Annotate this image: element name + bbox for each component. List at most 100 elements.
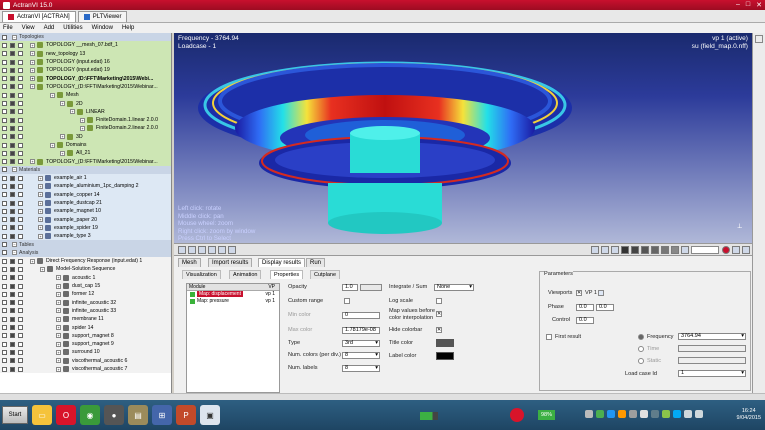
label-color-swatch[interactable] [436, 352, 454, 360]
tree-item[interactable]: + new_topology 13 [0, 49, 171, 58]
tree-item[interactable]: +2D [0, 99, 171, 108]
visibility-checkbox[interactable] [18, 101, 23, 107]
visibility-checkbox[interactable] [10, 266, 15, 272]
menu-file[interactable]: File [3, 25, 13, 31]
restore-icon[interactable] [755, 35, 763, 43]
type-select[interactable]: 3rd ▾ [342, 340, 380, 347]
visibility-checkbox[interactable] [2, 333, 7, 339]
tray-icon[interactable] [596, 410, 604, 418]
visibility-checkboxes[interactable] [0, 208, 23, 214]
expand-icon[interactable]: + [30, 42, 35, 48]
visibility-checkbox[interactable] [2, 200, 7, 206]
visibility-checkbox[interactable] [18, 109, 23, 115]
files-icon[interactable]: ▤ [128, 405, 148, 425]
visibility-checkbox[interactable] [18, 349, 23, 355]
visibility-checkbox[interactable] [2, 349, 7, 355]
record-icon[interactable] [722, 245, 730, 254]
visibility-checkboxes[interactable] [0, 200, 23, 206]
visibility-checkbox[interactable] [18, 358, 23, 364]
expand-icon[interactable]: + [38, 192, 43, 198]
visibility-checkbox[interactable] [18, 233, 23, 239]
visibility-checkbox[interactable] [10, 117, 15, 123]
tree-item[interactable]: + infinite_acoustic 33 [0, 306, 171, 316]
tray-icon[interactable] [607, 410, 615, 418]
expand-icon[interactable]: + [56, 283, 61, 289]
visibility-checkbox[interactable] [2, 117, 7, 123]
title-color-swatch[interactable] [436, 339, 454, 347]
tree-item[interactable]: + example_aluminium_1pc_damping 2 [0, 182, 171, 191]
tab-display-results[interactable]: Display results [258, 258, 306, 267]
expand-icon[interactable]: − [12, 34, 17, 40]
visibility-checkboxes[interactable] [0, 283, 23, 289]
expand-icon[interactable]: + [56, 341, 61, 347]
visibility-checkboxes[interactable] [0, 159, 23, 165]
visibility-checkbox[interactable] [18, 225, 23, 231]
tray-icon[interactable] [585, 410, 593, 418]
vp1-color[interactable] [598, 290, 604, 296]
visibility-checkboxes[interactable] [0, 366, 23, 372]
tree-item[interactable]: +3D [0, 132, 171, 141]
visibility-checkbox[interactable] [10, 51, 15, 57]
tray-icon[interactable] [629, 410, 637, 418]
visibility-checkbox[interactable] [10, 366, 15, 372]
tab-actran[interactable]: ActranVI [ACTRAN] [2, 11, 76, 22]
tree-item[interactable]: + surround 10 [0, 348, 171, 357]
visibility-checkbox[interactable] [2, 142, 7, 148]
expand-icon[interactable]: + [56, 275, 61, 281]
visibility-checkboxes[interactable] [0, 134, 23, 140]
perspective-icon[interactable] [681, 245, 689, 254]
powerpoint-icon[interactable]: P [176, 405, 196, 425]
visibility-checkbox[interactable] [2, 283, 7, 289]
tree-item[interactable]: + TOPOLOGY_(D:\FFT\Marketing\2015\Webi... [0, 74, 171, 83]
visibility-checkboxes[interactable] [0, 217, 23, 223]
tree-item[interactable]: − Tables [0, 240, 171, 249]
expand-icon[interactable]: + [30, 67, 35, 73]
visibility-checkbox[interactable] [10, 42, 15, 48]
visibility-checkbox[interactable] [10, 134, 15, 140]
visibility-checkbox[interactable] [10, 67, 15, 73]
visibility-checkbox[interactable] [2, 250, 7, 256]
visibility-checkbox[interactable] [2, 225, 7, 231]
visibility-checkbox[interactable] [18, 316, 23, 322]
render-wire-icon[interactable] [631, 245, 639, 254]
visibility-checkboxes[interactable] [0, 275, 23, 281]
menu-add[interactable]: Add [44, 25, 55, 31]
tree-item[interactable]: + All_21 [0, 149, 171, 158]
visibility-checkbox[interactable] [2, 101, 7, 107]
tree-item[interactable]: + example_type 3 [0, 232, 171, 241]
visibility-checkbox[interactable] [10, 358, 15, 364]
expand-icon[interactable]: + [70, 109, 75, 115]
subtab-cutplane[interactable]: Cutplane [310, 270, 341, 279]
expand-icon[interactable]: + [56, 316, 61, 322]
visibility-checkbox[interactable] [18, 92, 23, 98]
camera-icon[interactable] [732, 245, 740, 254]
visibility-checkbox[interactable] [18, 67, 23, 73]
tree-item[interactable]: + Direct Frequency Response (input.edat) … [0, 257, 171, 266]
max-color-input[interactable]: 1.78179e-08 [342, 327, 380, 334]
tree-item[interactable]: + TOPOLOGY (input.edat) 16 [0, 57, 171, 67]
visibility-checkbox[interactable] [10, 192, 15, 198]
tree-item[interactable]: + Model-Solution Sequence [0, 265, 171, 274]
visibility-checkbox[interactable] [10, 308, 15, 314]
opacity-input[interactable]: 1.0 [342, 284, 358, 291]
visibility-checkbox[interactable] [10, 225, 15, 231]
tree-item[interactable]: + example_copper 14 [0, 190, 171, 199]
opacity-slider[interactable] [360, 284, 382, 291]
visibility-checkbox[interactable] [10, 283, 15, 289]
tree-item[interactable]: + example_air 1 [0, 174, 171, 183]
load-case-select[interactable]: 1 ▾ [678, 370, 746, 377]
menu-window[interactable]: Window [92, 25, 113, 31]
visibility-checkbox[interactable] [2, 92, 7, 98]
visibility-checkbox[interactable] [18, 84, 23, 90]
expand-icon[interactable]: + [38, 183, 43, 189]
visibility-checkbox[interactable] [2, 266, 7, 272]
visibility-checkbox[interactable] [18, 117, 23, 123]
expand-icon[interactable]: + [38, 233, 43, 239]
first-result-checkbox[interactable] [546, 334, 552, 340]
visibility-checkbox[interactable] [2, 192, 7, 198]
tree-item[interactable]: + FiniteDomain.1.linear 2.0.0 [0, 115, 171, 125]
menu-utilities[interactable]: Utilities [63, 25, 82, 31]
visibility-checkbox[interactable] [10, 175, 15, 181]
expand-icon[interactable]: − [12, 167, 17, 173]
visibility-checkbox[interactable] [2, 159, 7, 165]
